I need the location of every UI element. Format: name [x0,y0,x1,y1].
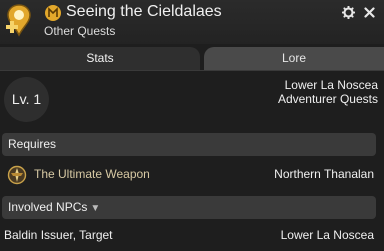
required-quest-row[interactable]: The Ultimate Weapon Northern Thanalan [0,164,384,186]
required-quest-name[interactable]: The Ultimate Weapon [34,167,150,181]
golden-seal-icon [45,5,61,21]
tab-divider [0,70,384,71]
tab-bar: Stats Lore [0,47,384,70]
level-badge: Lv. 1 [4,77,49,122]
weapon-crest-icon [7,165,27,185]
npc-location: Lower La Noscea [280,228,374,242]
involved-npcs-section-header[interactable]: Involved NPCs ▼ [2,196,376,219]
window-title: Seeing the Cieldalaes [66,3,222,20]
quest-marker-plus-icon [6,4,31,37]
close-icon[interactable] [364,7,375,18]
npc-row[interactable]: Baldin Issuer, Target Lower La Noscea [0,226,384,244]
required-quest-location: Northern Thanalan [274,167,374,181]
involved-npcs-label: Involved NPCs ▼ [8,196,100,220]
gear-icon[interactable] [342,6,355,19]
chevron-down-icon: ▼ [90,203,101,214]
location-zone: Lower La Noscea [284,78,378,92]
location-category: Adventurer Quests [277,92,378,106]
window-header: Seeing the Cieldalaes Other Quests [0,0,384,44]
requires-label: Requires [8,137,57,151]
window-subtitle: Other Quests [44,24,116,38]
quest-location: Lower La Noscea Adventurer Quests [178,78,378,106]
involved-npcs-text: Involved NPCs [8,200,88,214]
tab-lore[interactable]: Lore [204,47,384,70]
requires-section-header: Requires [2,133,376,156]
tab-stats[interactable]: Stats [0,47,200,70]
npc-name: Baldin Issuer, Target [4,228,113,242]
